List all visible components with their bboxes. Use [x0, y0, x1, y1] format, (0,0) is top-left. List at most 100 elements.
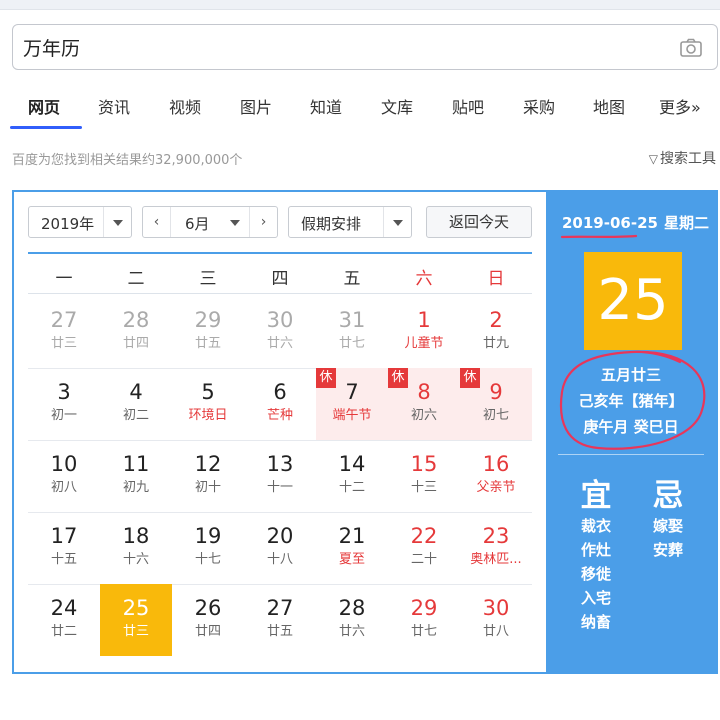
day-cell[interactable]: 15 十三: [388, 440, 460, 512]
search-input[interactable]: [23, 25, 663, 69]
lunar-label: 十五: [50, 552, 77, 567]
caret-down-icon: [221, 207, 249, 237]
day-number: 18: [122, 524, 150, 548]
holiday-select[interactable]: 假期安排: [288, 206, 412, 238]
ji-item: 安葬: [652, 541, 683, 559]
day-cell-today[interactable]: 25 廿三: [100, 584, 172, 656]
lunar-label: 初九: [122, 480, 149, 495]
lunar-label: 廿八: [482, 624, 509, 639]
lunar-label: 初七: [482, 408, 509, 423]
day-number: 27: [266, 596, 294, 620]
day-cell[interactable]: 休 8 初六: [388, 368, 460, 440]
browser-top-strip: [0, 0, 720, 10]
day-cell[interactable]: 22 二十: [388, 512, 460, 584]
lunar-label: 廿六: [266, 336, 293, 351]
day-cell[interactable]: 29 廿七: [388, 584, 460, 656]
day-cell[interactable]: 13 十一: [244, 440, 316, 512]
ji-list: 嫁娶 安葬: [638, 514, 698, 562]
tab-map[interactable]: 地图: [593, 94, 625, 118]
panel-divider: [558, 454, 704, 455]
holiday-badge: 休: [460, 368, 480, 388]
day-cell[interactable]: 27 廿三: [28, 296, 100, 368]
lunar-label: 二十: [410, 552, 437, 567]
day-cell[interactable]: 3 初一: [28, 368, 100, 440]
back-to-today-button[interactable]: 返回今天: [426, 206, 532, 238]
day-cell[interactable]: 2 廿九: [460, 296, 532, 368]
tab-more[interactable]: 更多»: [659, 94, 701, 118]
lunar-label: 芒种: [266, 408, 293, 423]
day-number: 5: [201, 380, 215, 404]
result-count: 百度为您找到相关结果约32,900,000个: [12, 153, 243, 168]
yi-item: 裁衣: [580, 517, 611, 535]
tab-images[interactable]: 图片: [240, 94, 272, 118]
day-cell[interactable]: 20 十八: [244, 512, 316, 584]
yi-list: 裁衣 作灶 移徙 入宅 纳畜: [566, 514, 626, 634]
weekday-label: 日: [487, 269, 505, 289]
day-cell[interactable]: 28 廿四: [100, 296, 172, 368]
day-number: 1: [417, 308, 431, 332]
day-number: 26: [194, 596, 222, 620]
lunar-label: 夏至: [338, 552, 365, 567]
day-cell[interactable]: 29 廿五: [172, 296, 244, 368]
day-cell[interactable]: 16 父亲节: [460, 440, 532, 512]
day-cell[interactable]: 1 儿童节: [388, 296, 460, 368]
search-tools-button[interactable]: ▽ 搜索工具: [649, 148, 716, 168]
active-tab-underline: [10, 126, 82, 129]
camera-icon[interactable]: [679, 36, 703, 60]
day-cell[interactable]: 12 初十: [172, 440, 244, 512]
tab-video[interactable]: 视频: [169, 94, 201, 118]
day-cell[interactable]: 14 十二: [316, 440, 388, 512]
day-cell[interactable]: 6 芒种: [244, 368, 316, 440]
day-number: 11: [122, 452, 150, 476]
tab-zhidao[interactable]: 知道: [310, 94, 342, 118]
lunar-label: 廿六: [338, 624, 365, 639]
weekday-label: 五: [343, 269, 361, 289]
day-cell[interactable]: 28 廿六: [316, 584, 388, 656]
day-cell[interactable]: 30 廿六: [244, 296, 316, 368]
lunar-label: 十二: [338, 480, 365, 495]
day-cell[interactable]: 24 廿二: [28, 584, 100, 656]
day-cell[interactable]: 27 廿五: [244, 584, 316, 656]
day-number: 28: [338, 596, 366, 620]
tab-tieba[interactable]: 贴吧: [452, 94, 484, 118]
holiday-badge: 休: [316, 368, 336, 388]
day-cell[interactable]: 23 奥林匹...: [460, 512, 532, 584]
day-number: 20: [266, 524, 294, 548]
month-select[interactable]: ‹ 6月 ›: [142, 206, 278, 238]
search-box[interactable]: [12, 24, 718, 70]
lunar-label: 廿五: [266, 624, 293, 639]
day-number: 13: [266, 452, 294, 476]
day-cell[interactable]: 19 十七: [172, 512, 244, 584]
day-number: 12: [194, 452, 222, 476]
search-nav-tabs: 网页 资讯 视频 图片 知道 文库 贴吧 采购 地图 更多»: [0, 84, 720, 130]
lunar-label: 廿七: [338, 336, 365, 351]
day-number: 30: [482, 596, 510, 620]
day-cell[interactable]: 26 廿四: [172, 584, 244, 656]
year-select[interactable]: 2019年: [28, 206, 132, 238]
day-cell[interactable]: 休 9 初七: [460, 368, 532, 440]
tab-wenku[interactable]: 文库: [381, 94, 413, 118]
day-cell[interactable]: 31 廿七: [316, 296, 388, 368]
day-number: 24: [50, 596, 78, 620]
filter-icon: ▽: [648, 152, 658, 166]
day-cell[interactable]: 10 初八: [28, 440, 100, 512]
day-cell[interactable]: 17 十五: [28, 512, 100, 584]
day-cell[interactable]: 休 7 端午节: [316, 368, 388, 440]
lunar-label: 十六: [122, 552, 149, 567]
day-cell[interactable]: 21 夏至: [316, 512, 388, 584]
lunar-label: 廿七: [410, 624, 437, 639]
next-month-button[interactable]: ›: [249, 207, 277, 237]
day-cell[interactable]: 30 廿八: [460, 584, 532, 656]
yi-label: 宜: [580, 478, 612, 514]
day-number: 16: [482, 452, 510, 476]
day-cell[interactable]: 18 十六: [100, 512, 172, 584]
day-cell[interactable]: 11 初九: [100, 440, 172, 512]
tab-purchase[interactable]: 采购: [523, 94, 555, 118]
yi-item: 入宅: [580, 589, 611, 607]
tab-web[interactable]: 网页: [28, 94, 60, 118]
day-number: 28: [122, 308, 150, 332]
day-cell[interactable]: 5 环境日: [172, 368, 244, 440]
day-cell[interactable]: 4 初二: [100, 368, 172, 440]
tab-news[interactable]: 资讯: [98, 94, 130, 118]
prev-month-button[interactable]: ‹: [143, 207, 171, 237]
